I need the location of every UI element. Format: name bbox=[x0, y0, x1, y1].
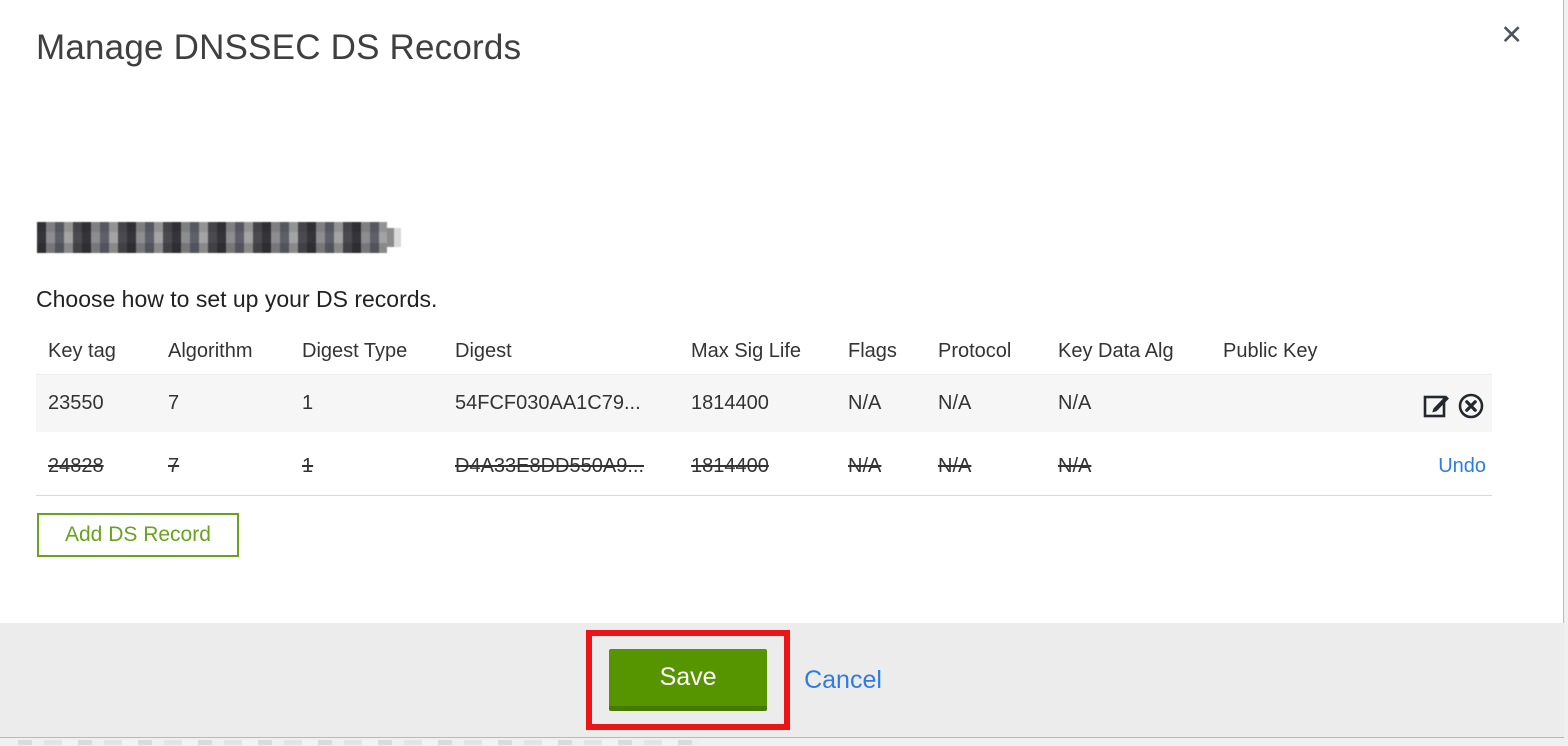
cell-protocol: N/A bbox=[938, 455, 972, 477]
cell-key-data-alg: N/A bbox=[1058, 455, 1092, 477]
col-header-flags: Flags bbox=[848, 339, 897, 362]
add-ds-record-button[interactable]: Add DS Record bbox=[37, 513, 239, 557]
col-header-key-data-alg: Key Data Alg bbox=[1058, 339, 1174, 362]
redacted-domain-name bbox=[37, 222, 401, 253]
col-header-algorithm: Algorithm bbox=[168, 339, 253, 362]
cell-digest-type: 1 bbox=[302, 455, 314, 477]
manage-dnssec-modal: Manage DNSSEC DS Records ✕ Choose how to… bbox=[0, 0, 1564, 738]
col-header-max-sig-life: Max Sig Life bbox=[691, 339, 802, 362]
row-actions bbox=[1404, 389, 1492, 419]
cell-key-tag: 24828 bbox=[48, 455, 104, 477]
cell-algorithm: 7 bbox=[168, 455, 180, 477]
annotation-red-box: Save bbox=[586, 630, 791, 730]
delete-record-icon[interactable] bbox=[1456, 389, 1486, 419]
cell-digest-type: 1 bbox=[302, 392, 314, 414]
cell-flags: N/A bbox=[848, 392, 882, 414]
cell-digest: D4A33E8DD550A9... bbox=[455, 455, 645, 477]
cell-key-data-alg: N/A bbox=[1058, 392, 1092, 414]
table-row-deleted: 24828 7 1 D4A33E8DD550A9... 1814400 N/A … bbox=[36, 438, 1492, 496]
undo-link[interactable]: Undo bbox=[1438, 455, 1486, 478]
cell-protocol: N/A bbox=[938, 392, 972, 414]
cell-algorithm: 7 bbox=[168, 392, 180, 414]
modal-footer: Save Cancel bbox=[0, 623, 1564, 737]
close-icon[interactable]: ✕ bbox=[1500, 22, 1523, 49]
cell-max-sig-life: 1814400 bbox=[691, 455, 769, 477]
cancel-link[interactable]: Cancel bbox=[804, 666, 882, 695]
instruction-text: Choose how to set up your DS records. bbox=[36, 286, 438, 312]
col-header-key-tag: Key tag bbox=[48, 339, 116, 362]
table-row: 23550 7 1 54FCF030AA1C79... 1814400 N/A … bbox=[36, 374, 1492, 432]
save-button[interactable]: Save bbox=[609, 649, 768, 711]
col-header-digest-type: Digest Type bbox=[302, 339, 408, 362]
page-title: Manage DNSSEC DS Records bbox=[36, 28, 522, 67]
ds-records-table: Key tag Algorithm Digest Type Digest Max… bbox=[36, 328, 1492, 496]
row-actions: Undo bbox=[1404, 455, 1492, 478]
cell-digest: 54FCF030AA1C79... bbox=[455, 392, 641, 414]
col-header-digest: Digest bbox=[455, 339, 512, 362]
cell-key-tag: 23550 bbox=[48, 392, 104, 414]
table-header-row: Key tag Algorithm Digest Type Digest Max… bbox=[36, 328, 1492, 374]
background-page-peek bbox=[18, 740, 698, 745]
col-header-protocol: Protocol bbox=[938, 339, 1012, 362]
cell-flags: N/A bbox=[848, 455, 882, 477]
cell-max-sig-life: 1814400 bbox=[691, 392, 769, 414]
edit-record-icon[interactable] bbox=[1422, 389, 1452, 419]
col-header-public-key: Public Key bbox=[1223, 339, 1318, 362]
